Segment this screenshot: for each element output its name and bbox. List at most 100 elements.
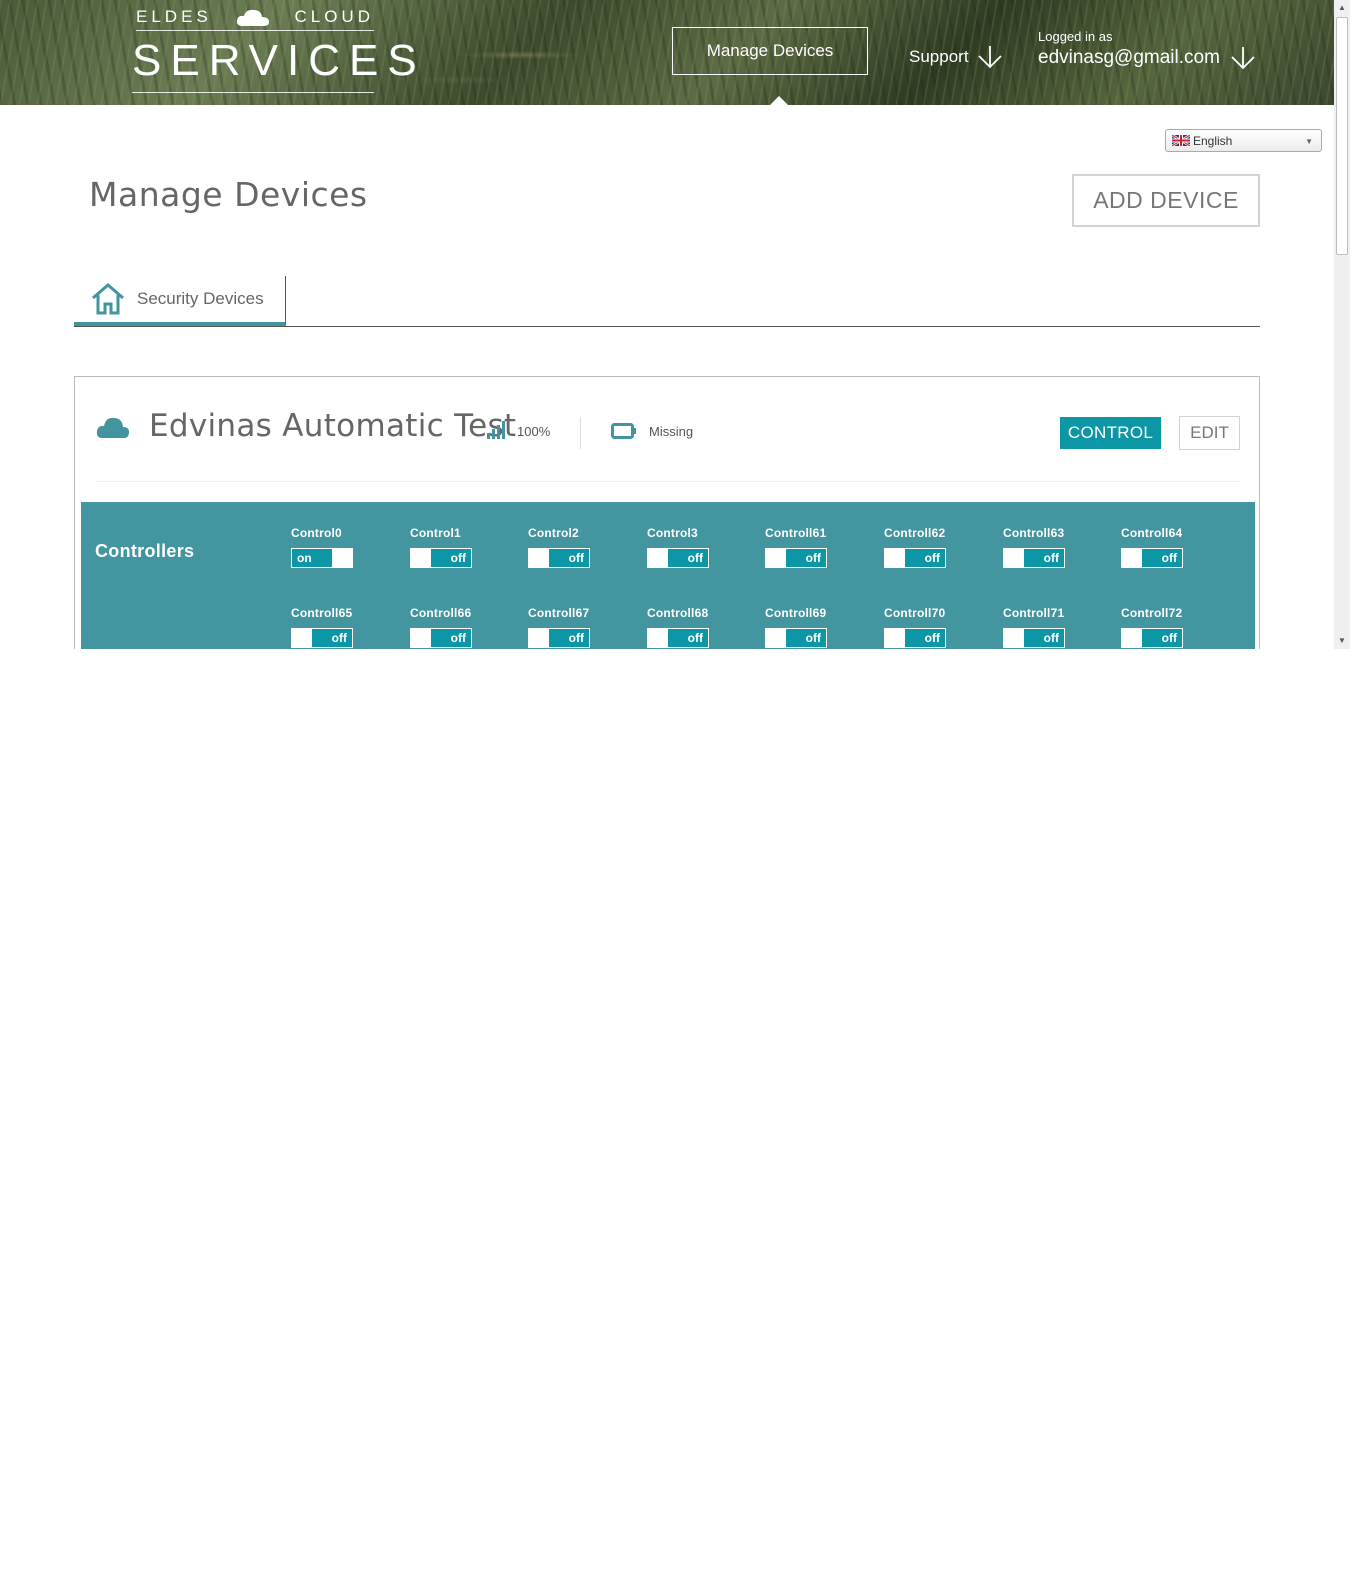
- controller-label: Controll68: [647, 606, 709, 620]
- vertical-scrollbar[interactable]: ▲ ▼: [1334, 0, 1350, 649]
- toggle-knob: [885, 629, 905, 647]
- toggle-knob: [766, 549, 786, 567]
- toggle-knob: [648, 549, 668, 567]
- toggle-knob: [411, 549, 431, 567]
- controller-label: Controll64: [1121, 526, 1183, 540]
- divider: [580, 417, 581, 449]
- signal-strength-icon: [487, 421, 505, 439]
- controller-item: Controll71 off: [1003, 606, 1113, 648]
- toggle-state-label: on: [292, 549, 332, 567]
- controller-item: Controll70 off: [884, 606, 994, 648]
- controller-item: Controll65 off: [291, 606, 401, 648]
- logo-cloud-icon: [236, 9, 270, 26]
- logo-cloud-text: CLOUD: [294, 7, 374, 26]
- logo-services[interactable]: SERVICES: [132, 36, 417, 93]
- controller-toggle[interactable]: off: [647, 628, 709, 648]
- controller-label: Control0: [291, 526, 342, 540]
- controller-toggle[interactable]: off: [291, 628, 353, 648]
- controllers-title: Controllers: [95, 541, 195, 561]
- controller-item: Controll66 off: [410, 606, 520, 648]
- tab-security-devices-label: Security Devices: [137, 289, 264, 308]
- controller-item: Controll64 off: [1121, 526, 1231, 568]
- device-card: Edvinas Automatic Test 100% Missing CONT…: [74, 376, 1260, 649]
- toggle-state-label: off: [668, 629, 708, 647]
- controller-toggle[interactable]: off: [884, 628, 946, 648]
- scrollbar-thumb[interactable]: [1336, 17, 1348, 255]
- controller-label: Controll61: [765, 526, 827, 540]
- controller-toggle[interactable]: off: [1003, 628, 1065, 648]
- toggle-knob: [292, 629, 312, 647]
- controller-toggle[interactable]: off: [1121, 548, 1183, 568]
- logo-top-line: ELDES CLOUD: [136, 6, 374, 31]
- active-nav-indicator: [770, 96, 788, 105]
- controller-item: Controll62 off: [884, 526, 994, 568]
- logged-in-label: Logged in as: [1038, 29, 1113, 44]
- controller-item: Control1 off: [410, 526, 520, 568]
- controller-item: Controll68 off: [647, 606, 757, 648]
- controller-item: Controll61 off: [765, 526, 875, 568]
- controller-label: Control3: [647, 526, 698, 540]
- controller-label: Controll69: [765, 606, 827, 620]
- toggle-knob: [648, 629, 668, 647]
- toggle-state-label: off: [905, 629, 945, 647]
- controller-label: Controll62: [884, 526, 946, 540]
- controller-label: Controll63: [1003, 526, 1065, 540]
- scroll-down-icon[interactable]: ▼: [1338, 636, 1346, 645]
- controller-item: Controll69 off: [765, 606, 875, 648]
- uk-flag-icon: [1172, 135, 1190, 146]
- controller-item: Controll67 off: [528, 606, 638, 648]
- toggle-knob: [332, 549, 352, 567]
- toggle-knob: [885, 549, 905, 567]
- controller-item: Control2 off: [528, 526, 638, 568]
- controller-toggle[interactable]: on: [291, 548, 353, 568]
- controller-label: Control2: [528, 526, 579, 540]
- toggle-knob: [1122, 629, 1142, 647]
- toggle-knob: [1004, 549, 1024, 567]
- user-menu[interactable]: Logged in as edvinasg@gmail.com: [1038, 29, 1256, 70]
- device-name: Edvinas Automatic Test: [149, 408, 517, 444]
- controller-toggle[interactable]: off: [410, 548, 472, 568]
- controller-label: Controll71: [1003, 606, 1065, 620]
- logo-eldes-text: ELDES: [136, 7, 212, 26]
- toggle-knob: [1004, 629, 1024, 647]
- controller-toggle[interactable]: off: [647, 548, 709, 568]
- add-device-button[interactable]: ADD DEVICE: [1072, 174, 1260, 227]
- controller-toggle[interactable]: off: [528, 628, 590, 648]
- controller-toggle[interactable]: off: [765, 548, 827, 568]
- arrow-down-icon[interactable]: [1230, 46, 1256, 70]
- toggle-state-label: off: [668, 549, 708, 567]
- nav-support[interactable]: Support: [909, 44, 1003, 70]
- toggle-state-label: off: [905, 549, 945, 567]
- device-tabs: Security Devices: [74, 276, 1260, 327]
- language-select[interactable]: English ▼: [1165, 129, 1322, 152]
- controller-toggle[interactable]: off: [1003, 548, 1065, 568]
- controller-label: Controll66: [410, 606, 472, 620]
- controller-toggle[interactable]: off: [410, 628, 472, 648]
- language-selected: English: [1193, 133, 1233, 148]
- toggle-state-label: off: [786, 629, 826, 647]
- cloud-icon: [96, 417, 129, 438]
- nav-manage-devices[interactable]: Manage Devices: [672, 27, 868, 75]
- controller-label: Controll65: [291, 606, 353, 620]
- chevron-down-icon: ▼: [1305, 137, 1313, 146]
- edit-button[interactable]: EDIT: [1179, 416, 1240, 450]
- browser-viewport: ELDES CLOUD SERVICES Manage Devices Supp…: [0, 0, 1350, 649]
- toggle-knob: [529, 629, 549, 647]
- user-email-row[interactable]: edvinasg@gmail.com: [1038, 46, 1256, 70]
- toggle-state-label: off: [312, 629, 352, 647]
- tab-security-devices[interactable]: Security Devices: [74, 276, 286, 326]
- controller-label: Controll67: [528, 606, 590, 620]
- controller-toggle[interactable]: off: [528, 548, 590, 568]
- nav-support-label: Support: [909, 47, 969, 66]
- controller-toggle[interactable]: off: [884, 548, 946, 568]
- battery-status: Missing: [649, 424, 694, 439]
- device-card-header: Edvinas Automatic Test 100% Missing CONT…: [75, 377, 1259, 481]
- page-title: Manage Devices: [89, 175, 368, 214]
- scroll-up-icon[interactable]: ▲: [1338, 3, 1346, 12]
- battery-icon: [611, 423, 636, 439]
- controller-toggle[interactable]: off: [765, 628, 827, 648]
- control-button[interactable]: CONTROL: [1060, 417, 1161, 449]
- controller-toggle[interactable]: off: [1121, 628, 1183, 648]
- arrow-down-icon: [977, 46, 1002, 69]
- toggle-knob: [1122, 549, 1142, 567]
